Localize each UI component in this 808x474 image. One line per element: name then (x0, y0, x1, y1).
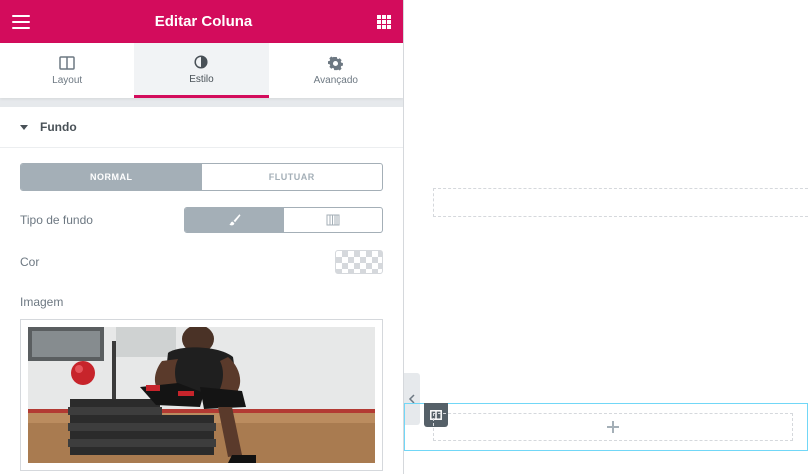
classic-background-button[interactable] (185, 208, 284, 232)
columns-icon (59, 55, 75, 71)
gradient-background-button[interactable] (284, 208, 383, 232)
section-body: NORMAL FLUTUAR Tipo de fundo Cor Imagem (0, 148, 403, 471)
hover-tab[interactable]: FLUTUAR (202, 164, 383, 190)
panel-tabs: Layout Estilo Avançado (0, 43, 403, 98)
tab-avancado[interactable]: Avançado (269, 43, 403, 98)
tab-layout[interactable]: Layout (0, 43, 134, 98)
tab-label: Estilo (189, 73, 214, 85)
column-drop-area[interactable] (433, 413, 793, 441)
contrast-icon (194, 54, 209, 70)
panel-title: Editar Coluna (154, 13, 253, 30)
color-label: Cor (20, 255, 40, 269)
caret-down-icon (20, 124, 28, 130)
empty-drop-area[interactable] (433, 188, 808, 217)
tab-label: Layout (52, 75, 83, 86)
brush-icon (229, 214, 241, 226)
background-type-row: Tipo de fundo (20, 207, 383, 233)
hamburger-icon[interactable] (12, 14, 30, 29)
tab-estilo[interactable]: Estilo (134, 43, 269, 98)
color-picker-swatch[interactable] (335, 250, 383, 274)
background-type-label: Tipo de fundo (20, 213, 93, 227)
editor-panel: Editar Coluna Layout Estilo Avançado Fun… (0, 0, 404, 474)
image-label: Imagem (20, 295, 64, 309)
panel-header: Editar Coluna (0, 0, 403, 43)
background-image-preview (28, 327, 375, 463)
gradient-icon (326, 214, 340, 226)
section-toggle-fundo[interactable]: Fundo (0, 107, 403, 148)
gear-icon (328, 55, 344, 71)
normal-tab[interactable]: NORMAL (21, 164, 202, 190)
tab-label: Avançado (313, 75, 358, 86)
grid-icon[interactable] (376, 14, 391, 29)
color-row: Cor (20, 249, 383, 275)
state-switcher: NORMAL FLUTUAR (20, 163, 383, 191)
canvas-preview (404, 0, 808, 474)
image-chooser[interactable] (20, 319, 383, 471)
divider-strip (0, 98, 403, 107)
background-type-choices (184, 207, 383, 233)
plus-icon[interactable] (606, 420, 620, 434)
section-title: Fundo (40, 120, 77, 134)
